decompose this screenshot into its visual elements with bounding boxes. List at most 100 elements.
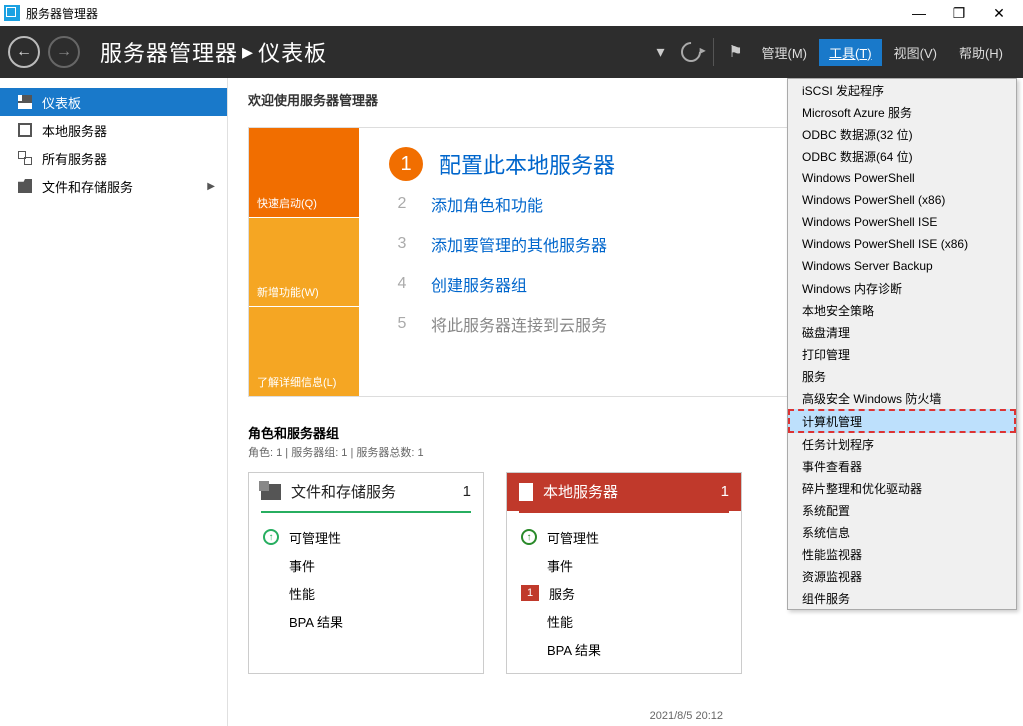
whats-new-tab[interactable]: 新增功能(W) <box>249 217 359 307</box>
tools-menu-item[interactable]: Windows PowerShell ISE <box>788 211 1016 233</box>
tools-menu-item[interactable]: ODBC 数据源(32 位) <box>788 123 1016 145</box>
tools-menu-item[interactable]: Windows PowerShell (x86) <box>788 189 1016 211</box>
tools-menu-item[interactable]: 资源监视器 <box>788 565 1016 587</box>
sidebar-item-local-server[interactable]: 本地服务器 <box>0 116 227 144</box>
sidebar: 仪表板 本地服务器 所有服务器 文件和存储服务 ▶ <box>0 78 228 726</box>
tile-row-manageability[interactable]: ↑ 可管理性 <box>263 523 469 551</box>
tools-menu-item[interactable]: Microsoft Azure 服务 <box>788 101 1016 123</box>
tile-row-events[interactable]: 事件 <box>521 551 727 579</box>
tile-row-label: 可管理性 <box>547 528 599 547</box>
breadcrumb-page[interactable]: 仪表板 <box>258 36 327 68</box>
back-button[interactable]: ← <box>8 36 40 68</box>
tools-menu-item[interactable]: 磁盘清理 <box>788 321 1016 343</box>
sidebar-item-all-servers[interactable]: 所有服务器 <box>0 144 227 172</box>
server-icon <box>18 123 32 137</box>
tile-row-bpa[interactable]: BPA 结果 <box>263 607 469 635</box>
tile-header: 本地服务器 1 <box>507 473 741 511</box>
title-bar: 服务器管理器 — ❐ ✕ <box>0 0 1023 26</box>
tools-menu-item[interactable]: 高级安全 Windows 防火墙 <box>788 387 1016 409</box>
tile-row-services[interactable]: 1 服务 <box>521 579 727 607</box>
header-actions: ▾ ⚑ 管理(M) 工具(T) 视图(V) 帮助(H) <box>647 38 1014 66</box>
tile-count: 1 <box>721 483 729 500</box>
tile-title: 文件和存储服务 <box>291 481 396 502</box>
refresh-icon <box>676 38 704 66</box>
notifications-button[interactable]: ⚑ <box>722 38 750 66</box>
sidebar-item-file-storage[interactable]: 文件和存储服务 ▶ <box>0 172 227 200</box>
step-number: 5 <box>389 311 415 337</box>
sidebar-item-label: 仪表板 <box>42 93 81 112</box>
quick-sidebar: 快速启动(Q) 新增功能(W) 了解详细信息(L) <box>249 128 359 396</box>
menu-tools[interactable]: 工具(T) <box>819 39 882 66</box>
breadcrumb-dropdown[interactable]: ▾ <box>647 38 675 66</box>
breadcrumb: 服务器管理器 ▸ 仪表板 <box>100 36 327 68</box>
tile-file-storage[interactable]: 文件和存储服务 1 ↑ 可管理性 事件 性能 BPA 结果 <box>248 472 484 674</box>
app-header: ← → 服务器管理器 ▸ 仪表板 ▾ ⚑ 管理(M) 工具(T) 视图(V) 帮… <box>0 26 1023 78</box>
close-button[interactable]: ✕ <box>979 0 1019 26</box>
tools-menu-item[interactable]: 打印管理 <box>788 343 1016 365</box>
tile-title: 本地服务器 <box>543 481 618 502</box>
maximize-button[interactable]: ❐ <box>939 0 979 26</box>
sidebar-item-label: 本地服务器 <box>42 121 107 140</box>
separator <box>713 38 714 66</box>
tile-count: 1 <box>463 483 471 500</box>
tile-row-label: 服务 <box>549 584 575 603</box>
menu-view[interactable]: 视图(V) <box>884 39 947 66</box>
tools-menu-item[interactable]: ODBC 数据源(64 位) <box>788 145 1016 167</box>
breadcrumb-separator: ▸ <box>242 39 254 65</box>
tools-menu-item[interactable]: Windows PowerShell <box>788 167 1016 189</box>
refresh-button[interactable] <box>677 38 705 66</box>
tile-row-label: BPA 结果 <box>547 640 601 659</box>
tile-row-label: 性能 <box>547 612 573 631</box>
learn-more-tab[interactable]: 了解详细信息(L) <box>249 306 359 396</box>
step-label: 将此服务器连接到云服务 <box>431 312 607 336</box>
tools-menu-item[interactable]: 服务 <box>788 365 1016 387</box>
folder-icon <box>18 179 32 193</box>
tile-row-bpa[interactable]: BPA 结果 <box>521 635 727 663</box>
tools-menu-item[interactable]: 任务计划程序 <box>788 433 1016 455</box>
tools-menu-item[interactable]: Windows 内存诊断 <box>788 277 1016 299</box>
tools-menu-item[interactable]: iSCSI 发起程序 <box>788 79 1016 101</box>
window-controls: — ❐ ✕ <box>899 0 1019 26</box>
breadcrumb-app[interactable]: 服务器管理器 <box>100 36 238 68</box>
window-title: 服务器管理器 <box>26 5 98 22</box>
tile-row-performance[interactable]: 性能 <box>521 607 727 635</box>
tools-menu-item[interactable]: Windows PowerShell ISE (x86) <box>788 233 1016 255</box>
step-number: 1 <box>389 147 423 181</box>
quick-start-tab[interactable]: 快速启动(Q) <box>249 128 359 217</box>
minimize-button[interactable]: — <box>899 0 939 26</box>
tile-row-label: BPA 结果 <box>289 612 343 631</box>
step-number: 3 <box>389 231 415 257</box>
tools-menu-item[interactable]: 本地安全策略 <box>788 299 1016 321</box>
alert-badge: 1 <box>521 585 539 601</box>
menu-help[interactable]: 帮助(H) <box>949 39 1013 66</box>
tools-menu-item[interactable]: 组件服务 <box>788 587 1016 609</box>
tile-header: 文件和存储服务 1 <box>249 473 483 511</box>
tools-menu-item[interactable]: 事件查看器 <box>788 455 1016 477</box>
arrow-up-icon: ↑ <box>263 529 279 545</box>
tile-row-label: 可管理性 <box>289 528 341 547</box>
sidebar-item-label: 所有服务器 <box>42 149 107 168</box>
tools-menu-item[interactable]: Windows Server Backup <box>788 255 1016 277</box>
sidebar-item-dashboard[interactable]: 仪表板 <box>0 88 227 116</box>
tools-dropdown: iSCSI 发起程序Microsoft Azure 服务ODBC 数据源(32 … <box>787 78 1017 610</box>
step-number: 2 <box>389 191 415 217</box>
tile-row-label: 性能 <box>289 584 315 603</box>
server-icon <box>519 483 533 501</box>
tile-row-manageability[interactable]: ↑可管理性 <box>521 523 727 551</box>
tools-menu-item[interactable]: 系统信息 <box>788 521 1016 543</box>
timestamp: 2021/8/5 20:12 <box>650 710 723 722</box>
tools-menu-item[interactable]: 计算机管理 <box>788 409 1016 433</box>
step-label: 配置此本地服务器 <box>439 148 615 180</box>
servers-icon <box>18 151 32 165</box>
storage-icon <box>261 484 281 500</box>
step-label: 添加要管理的其他服务器 <box>431 232 607 256</box>
chevron-right-icon: ▶ <box>207 181 215 192</box>
tile-row-events[interactable]: 事件 <box>263 551 469 579</box>
menu-manage[interactable]: 管理(M) <box>752 39 818 66</box>
tools-menu-item[interactable]: 性能监视器 <box>788 543 1016 565</box>
tile-row-performance[interactable]: 性能 <box>263 579 469 607</box>
tools-menu-item[interactable]: 系统配置 <box>788 499 1016 521</box>
tools-menu-item[interactable]: 碎片整理和优化驱动器 <box>788 477 1016 499</box>
forward-button[interactable]: → <box>48 36 80 68</box>
tile-local-server[interactable]: 本地服务器 1 ↑可管理性 事件 1 服务 性能 BPA 结果 <box>506 472 742 674</box>
